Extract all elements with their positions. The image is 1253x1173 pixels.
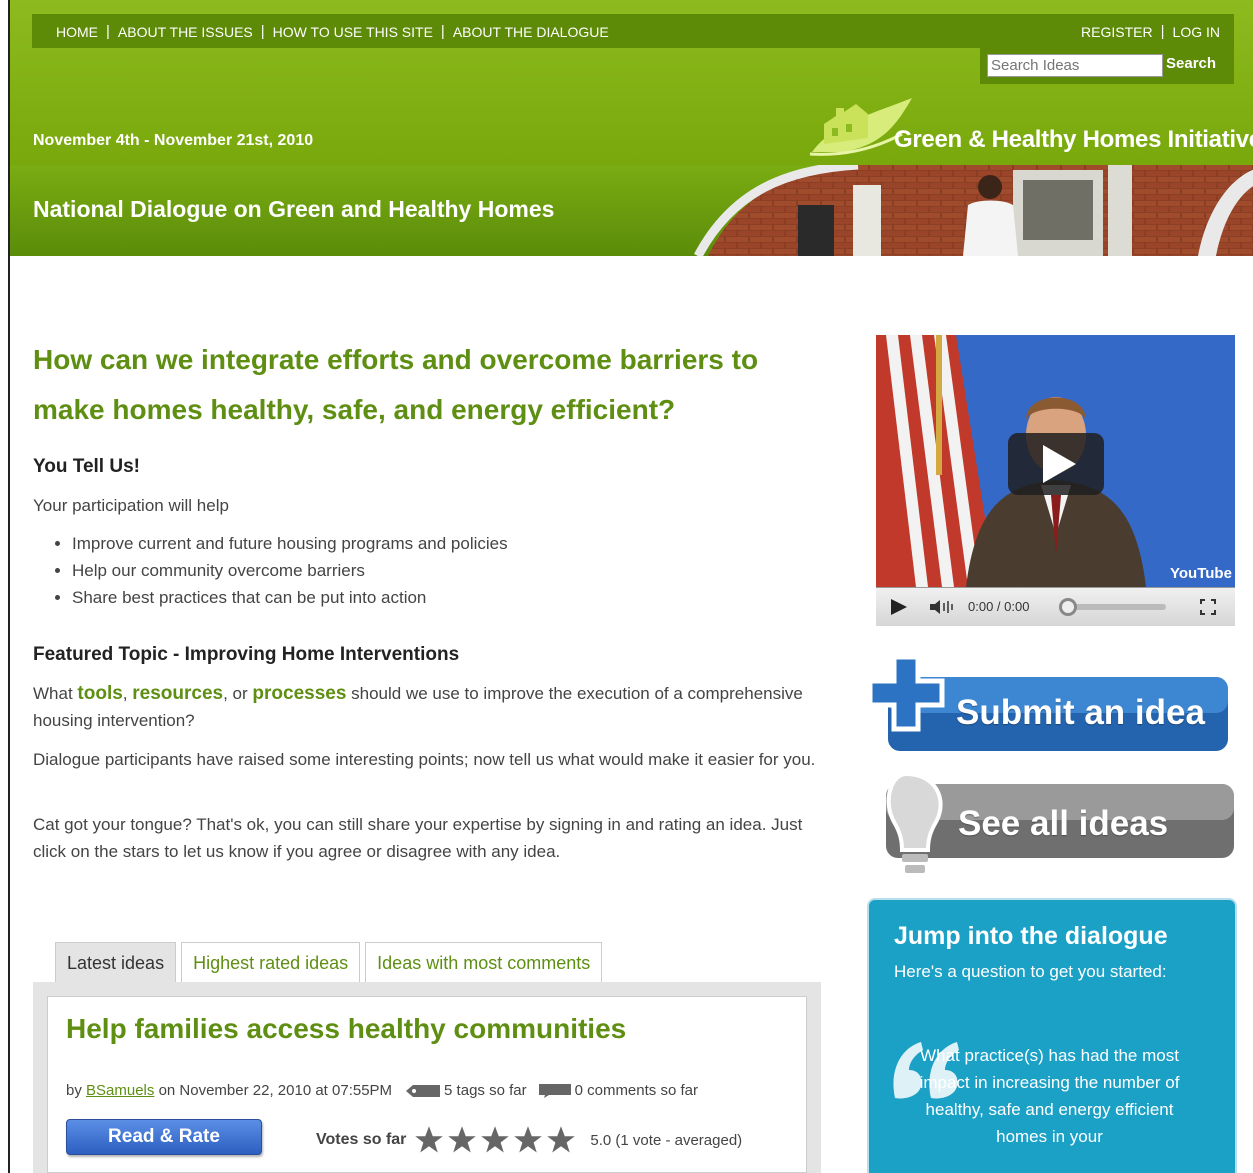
video-frame[interactable]: YouTube bbox=[876, 335, 1235, 587]
star-icon[interactable] bbox=[513, 1125, 543, 1155]
idea-meta: by BSamuels on November 22, 2010 at 07:5… bbox=[66, 1082, 698, 1099]
jump-subtitle: Here's a question to get you started: bbox=[894, 962, 1167, 981]
benefit-list: Improve current and future housing progr… bbox=[50, 530, 508, 611]
seek-bar[interactable] bbox=[1058, 597, 1168, 617]
star-icon[interactable] bbox=[546, 1125, 576, 1155]
nav-divider: | bbox=[440, 23, 445, 40]
comment-count: 0 comments so far bbox=[574, 1082, 698, 1099]
participation-text: Your participation will help bbox=[33, 496, 229, 515]
page-banner: National Dialogue on Green and Healthy H… bbox=[10, 165, 1253, 256]
volume-icon[interactable] bbox=[928, 598, 956, 616]
youtube-logo: YouTube bbox=[1170, 565, 1232, 582]
featured-question: What tools, resources, or processes shou… bbox=[33, 680, 828, 734]
rating-paragraph: Cat got your tongue? That's ok, you can … bbox=[33, 815, 803, 861]
rating-text: 5.0 (1 vote - averaged) bbox=[590, 1131, 743, 1149]
search-input[interactable] bbox=[987, 54, 1163, 77]
search-button[interactable]: Search bbox=[1166, 55, 1216, 72]
star-icon[interactable] bbox=[414, 1125, 444, 1155]
idea-title[interactable]: Help families access healthy communities bbox=[66, 1013, 626, 1045]
list-item: Share best practices that can be put int… bbox=[72, 584, 508, 611]
nav-home-link[interactable]: HOME bbox=[56, 24, 98, 40]
fullscreen-icon[interactable] bbox=[1198, 597, 1218, 617]
keyword-resources: resources bbox=[132, 683, 224, 704]
submit-idea-button[interactable]: Submit an idea bbox=[860, 655, 1235, 759]
dialogue-paragraph: Dialogue participants have raised some i… bbox=[33, 750, 816, 769]
nav-about-dialogue-link[interactable]: ABOUT THE DIALOGUE bbox=[453, 24, 609, 40]
list-item: Improve current and future housing progr… bbox=[72, 530, 508, 557]
banner-photo bbox=[694, 165, 1253, 256]
tab-most-comments[interactable]: Ideas with most comments bbox=[365, 942, 603, 983]
video-player[interactable]: YouTube 0:00 / 0:00 bbox=[876, 335, 1235, 626]
top-navigation: HOME | ABOUT THE ISSUES | HOW TO USE THI… bbox=[32, 14, 1234, 48]
author-link[interactable]: BSamuels bbox=[86, 1082, 154, 1099]
votes-area: Votes so far 5.0 (1 vote - averaged) bbox=[316, 1125, 742, 1155]
ideas-panel: Help families access healthy communities… bbox=[33, 982, 821, 1173]
idea-card: Help families access healthy communities… bbox=[47, 996, 807, 1173]
star-icon[interactable] bbox=[447, 1125, 477, 1155]
text-fragment: , bbox=[122, 684, 133, 703]
comment-icon bbox=[538, 1083, 571, 1098]
text-fragment: What bbox=[33, 684, 78, 703]
nav-divider: | bbox=[106, 23, 110, 40]
login-link[interactable]: LOG IN bbox=[1173, 24, 1220, 40]
account-nav: REGISTER | LOG IN bbox=[1081, 23, 1220, 40]
idea-date: on November 22, 2010 at 07:55PM bbox=[158, 1082, 393, 1099]
tab-latest-ideas[interactable]: Latest ideas bbox=[55, 942, 177, 983]
votes-label: Votes so far bbox=[316, 1131, 407, 1148]
play-icon[interactable] bbox=[888, 597, 910, 617]
main-nav: HOME | ABOUT THE ISSUES | HOW TO USE THI… bbox=[56, 23, 609, 40]
page-headline: How can we integrate efforts and overcom… bbox=[33, 344, 759, 425]
site-header: HOME | ABOUT THE ISSUES | HOW TO USE THI… bbox=[10, 0, 1253, 165]
by-label: by bbox=[66, 1082, 82, 1099]
list-item: Help our community overcome barriers bbox=[72, 557, 508, 584]
page: HOME | ABOUT THE ISSUES | HOW TO USE THI… bbox=[8, 0, 1253, 1173]
text-fragment: , or bbox=[223, 684, 253, 703]
star-rating bbox=[414, 1125, 576, 1155]
site-logo[interactable]: Green & Healthy Homes Initiative bbox=[802, 94, 1253, 160]
banner-title: National Dialogue on Green and Healthy H… bbox=[33, 196, 555, 222]
search-bar: Search bbox=[980, 48, 1234, 84]
nav-divider: | bbox=[260, 23, 265, 40]
nav-about-issues-link[interactable]: ABOUT THE ISSUES bbox=[118, 24, 253, 40]
ideas-tabs: Latest ideas Highest rated ideas Ideas w… bbox=[55, 942, 603, 983]
dialogue-dates: November 4th - November 21st, 2010 bbox=[33, 132, 314, 149]
nav-divider: | bbox=[1160, 23, 1165, 40]
keyword-processes: processes bbox=[252, 683, 347, 704]
nav-how-to-use-link[interactable]: HOW TO USE THIS SITE bbox=[273, 24, 433, 40]
tag-icon bbox=[406, 1084, 441, 1097]
jump-question[interactable]: What practice(s) has had the most impact… bbox=[917, 1042, 1182, 1150]
tag-count: 5 tags so far bbox=[444, 1082, 527, 1099]
logo-text: Green & Healthy Homes Initiative bbox=[894, 126, 1253, 153]
you-tell-us-heading: You Tell Us! bbox=[33, 456, 140, 477]
star-icon[interactable] bbox=[480, 1125, 510, 1155]
read-rate-button[interactable]: Read & Rate bbox=[66, 1119, 262, 1155]
video-controls: 0:00 / 0:00 bbox=[876, 587, 1235, 626]
see-all-ideas-button[interactable]: See all ideas bbox=[870, 772, 1235, 882]
tab-highest-rated[interactable]: Highest rated ideas bbox=[181, 942, 361, 983]
featured-topic-heading: Featured Topic - Improving Home Interven… bbox=[33, 644, 460, 665]
jump-into-dialogue-panel: Jump into the dialogue Here's a question… bbox=[867, 898, 1237, 1173]
keyword-tools: tools bbox=[77, 683, 123, 704]
see-all-ideas-label: See all ideas bbox=[958, 804, 1169, 843]
submit-idea-label: Submit an idea bbox=[956, 693, 1205, 732]
jump-title: Jump into the dialogue bbox=[894, 922, 1168, 950]
register-link[interactable]: REGISTER bbox=[1081, 24, 1153, 40]
video-time: 0:00 / 0:00 bbox=[968, 599, 1030, 614]
